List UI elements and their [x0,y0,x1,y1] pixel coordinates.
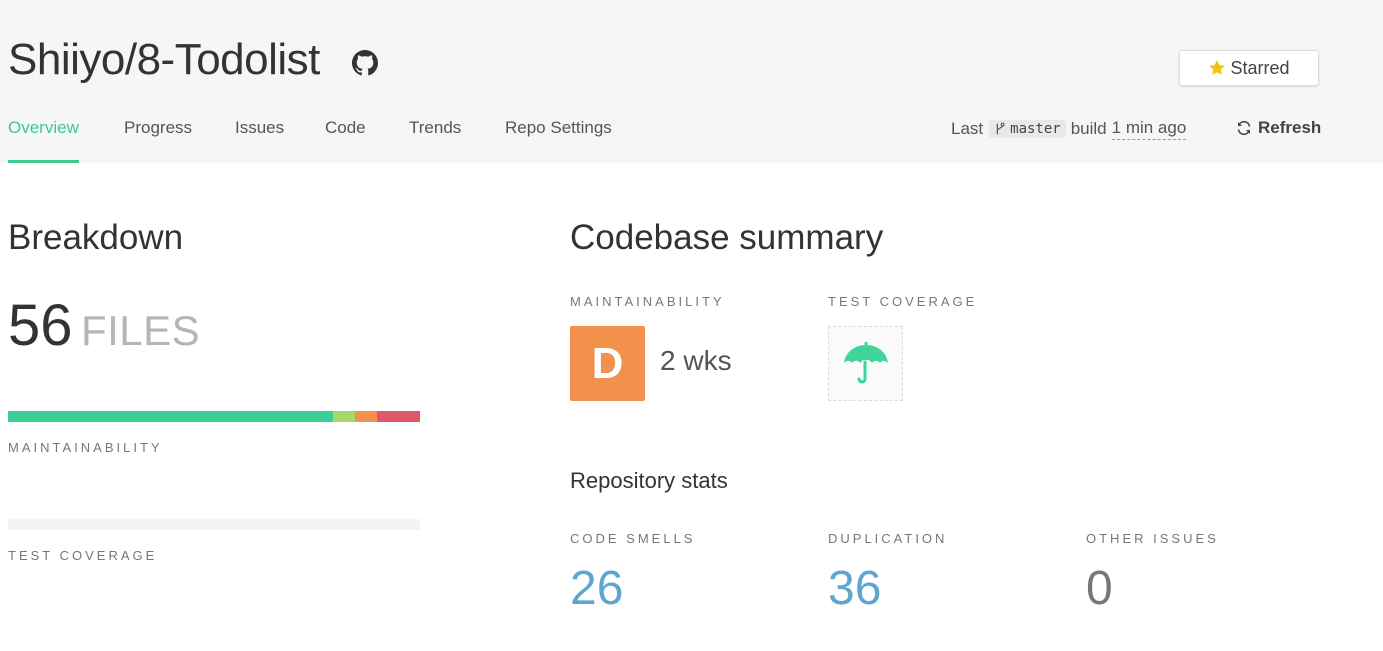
tab-issues[interactable]: Issues [235,110,284,163]
build-label: build [1070,119,1107,138]
refresh-label: Refresh [1258,118,1322,137]
repo-title[interactable]: Shiiyo/8-Todolist [8,34,320,86]
refresh-button[interactable]: Refresh [1236,118,1321,138]
starred-button[interactable]: Starred [1179,50,1319,86]
test-coverage-bar [8,519,420,530]
codebase-summary-title: Codebase summary [570,218,884,257]
file-count: 56 FILES [8,292,200,359]
tab-repo-settings[interactable]: Repo Settings [505,110,612,163]
build-time[interactable]: 1 min ago [1111,118,1187,140]
refresh-icon [1237,120,1251,136]
maintainability-segment-f[interactable] [377,411,420,422]
repository-stats-title: Repository stats [570,468,728,493]
last-build-info: Last master build 1 min ago [951,115,1187,143]
maintainability-distribution-bar[interactable] [8,411,420,422]
maintainability-grade[interactable]: D [570,326,645,401]
repo-header: Shiiyo/8-Todolist Starred Overview Progr… [0,0,1383,163]
tab-progress[interactable]: Progress [124,110,192,163]
branch-icon [996,122,1005,135]
tab-code[interactable]: Code [325,110,366,163]
branch-name: master [1010,121,1061,137]
other-issues-label: OTHER ISSUES [1086,531,1219,546]
github-icon[interactable] [352,50,378,76]
summary-test-coverage-label: TEST COVERAGE [828,294,978,309]
star-icon [1209,60,1226,75]
branch-badge: master [989,120,1066,138]
maintainability-label: MAINTAINABILITY [8,440,163,455]
code-smells-label: CODE SMELLS [570,531,696,546]
starred-label: Starred [1230,57,1290,78]
maintainability-segment-d[interactable] [355,411,378,422]
tab-trends[interactable]: Trends [409,110,461,163]
summary-maintainability-label: MAINTAINABILITY [570,294,725,309]
build-prefix: Last [951,119,984,138]
breakdown-title: Breakdown [8,218,184,257]
test-coverage-setup[interactable] [828,326,903,401]
umbrella-icon [843,341,888,383]
other-issues-count: 0 [1086,562,1113,615]
duplication-count[interactable]: 36 [828,561,881,616]
file-count-number: 56 [8,293,73,358]
maintainability-segment-c[interactable] [333,411,356,422]
tab-overview[interactable]: Overview [8,110,79,163]
maintainability-segment-a[interactable] [8,411,334,422]
technical-debt: 2 wks [660,345,732,376]
file-count-unit: FILES [80,307,201,354]
code-smells-count[interactable]: 26 [570,561,623,616]
test-coverage-label: TEST COVERAGE [8,548,158,563]
duplication-label: DUPLICATION [828,531,948,546]
